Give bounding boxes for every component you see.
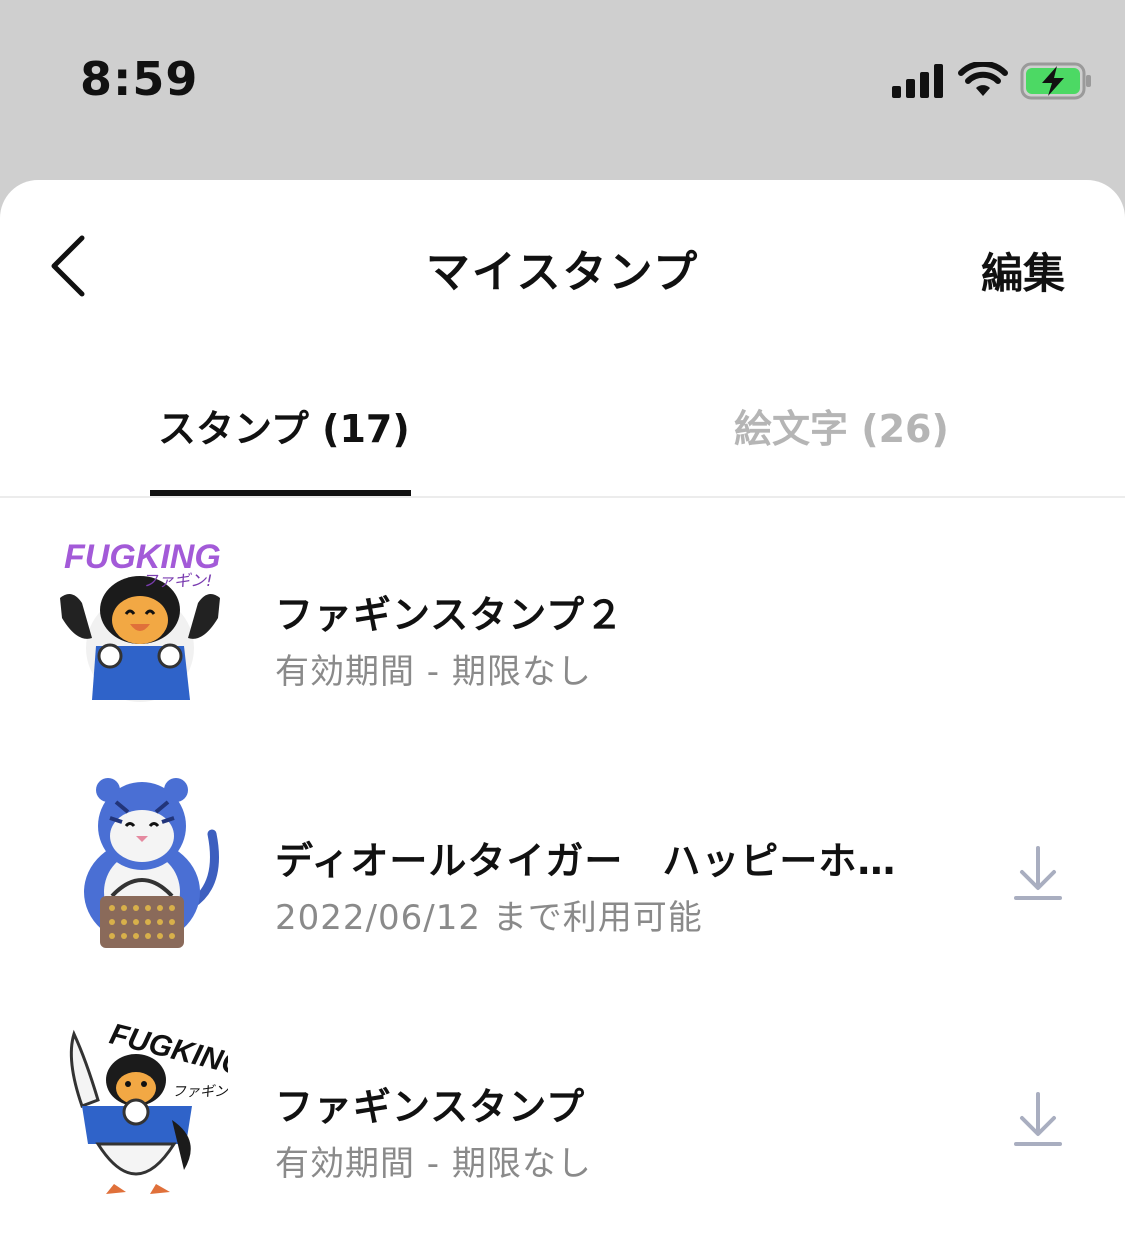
tab-emoji[interactable]: 絵文字 (26) bbox=[734, 398, 949, 453]
list-item[interactable]: FUGKING ファギン! ファギンスタンプ２ 有効期間 - 期限なし bbox=[0, 498, 1125, 744]
download-icon[interactable] bbox=[1012, 844, 1064, 902]
edit-button[interactable]: 編集 bbox=[981, 240, 1065, 301]
nav-bar: マイスタンプ 編集 bbox=[0, 180, 1125, 350]
penguin-wave-sticker-icon: FUGKING ファギン! bbox=[69, 1020, 228, 1194]
list-item[interactable]: FUGKING ファギン! ファギンスタンプ 有効期間 - 期限なし bbox=[0, 990, 1125, 1236]
sticker-expiry: 有効期間 - 期限なし bbox=[275, 1144, 592, 1184]
cellular-signal-icon bbox=[892, 64, 943, 98]
sticker-expiry: 有効期間 - 期限なし bbox=[275, 652, 592, 692]
sticker-list: FUGKING ファギン! ファギンスタンプ２ 有効期間 - 期限なし ディオー… bbox=[0, 498, 1125, 1236]
sticker-title: ファギンスタンプ bbox=[275, 1085, 586, 1129]
page-title: マイスタンプ bbox=[425, 247, 700, 298]
sticker-sheet: マイスタンプ 編集 スタンプ (17) 絵文字 (26) FUGKING ファギ… bbox=[0, 180, 1125, 1254]
penguin-sticker-icon: FUGKING ファギン! bbox=[60, 538, 221, 702]
sticker-title: ファギンスタンプ２ bbox=[275, 593, 625, 637]
sticker-title: ディオールタイガー ハッピーホ… bbox=[275, 839, 897, 883]
screen: 8:59 マイスタンプ 編集 スタンプ (17) 絵文字 (26) FUGKIN… bbox=[0, 0, 1125, 1254]
wifi-icon bbox=[958, 62, 1008, 96]
sticker-expiry: 2022/06/12 まで利用可能 bbox=[275, 898, 703, 938]
tab-stamps[interactable]: スタンプ (17) bbox=[158, 398, 410, 453]
list-item[interactable]: ディオールタイガー ハッピーホ… 2022/06/12 まで利用可能 bbox=[0, 744, 1125, 990]
tab-selected-indicator bbox=[150, 490, 411, 496]
tab-bar: スタンプ (17) 絵文字 (26) bbox=[0, 370, 1125, 498]
battery-charging-icon bbox=[1020, 62, 1091, 100]
sticker-1-brand-subtext: ファギン! bbox=[142, 571, 212, 590]
status-bar: 8:59 bbox=[0, 0, 1125, 170]
tiger-sticker-icon bbox=[84, 778, 219, 948]
download-icon[interactable] bbox=[1012, 1090, 1064, 1148]
sticker-3-brand-subtext: ファギン! bbox=[172, 1084, 228, 1100]
status-time: 8:59 bbox=[80, 52, 199, 106]
